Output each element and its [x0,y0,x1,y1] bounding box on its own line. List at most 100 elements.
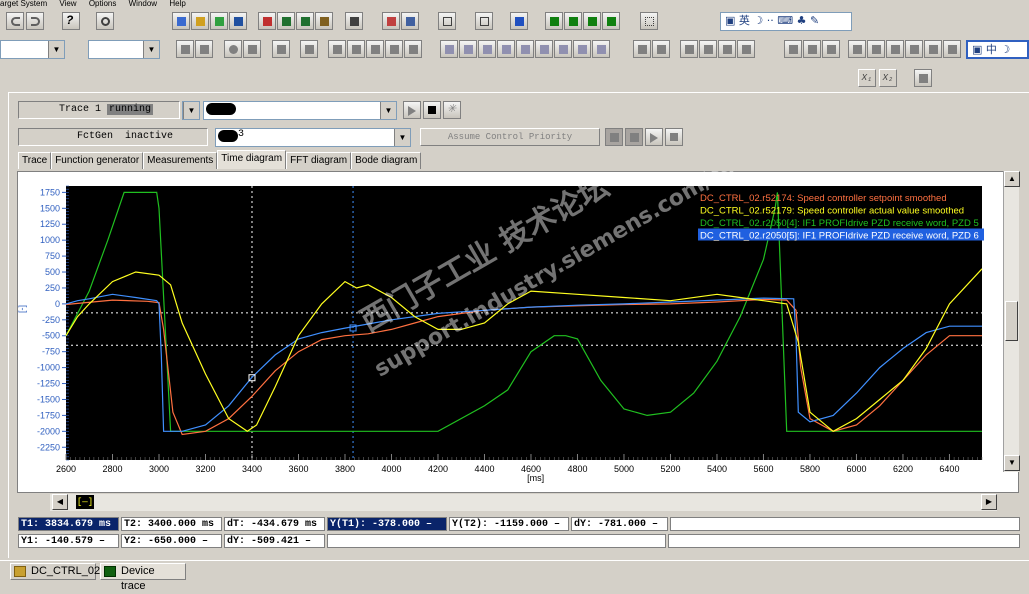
window-tab-device-trace[interactable]: Device trace [100,563,186,592]
signal-combo[interactable]: ▼ [203,101,397,120]
readout-t2[interactable]: T2: 3400.000 ms [121,517,222,531]
readout-y1[interactable]: Y1: -140.579 – [18,534,119,548]
tool-55-button[interactable] [943,40,961,58]
tool-39-button[interactable] [573,40,591,58]
tool-43-button[interactable] [680,40,698,58]
menu-help[interactable]: Help [169,0,185,8]
tab-time-diagram[interactable]: Time diagram [217,150,287,169]
horizontal-scroll-thumb[interactable]: [—] [76,495,94,509]
tool-26-button[interactable] [300,40,318,58]
tool-3-button[interactable] [210,12,228,30]
readout-dt[interactable]: dT: -434.679 ms [224,517,325,531]
tool-34-button[interactable] [478,40,496,58]
tool-32-button[interactable] [440,40,458,58]
menu-window[interactable]: Window [129,0,157,8]
tool-7-button[interactable] [296,12,314,30]
tab-fft-diagram[interactable]: FFT diagram [286,152,352,169]
redo-button[interactable] [26,12,44,30]
tool-45-button[interactable] [718,40,736,58]
tool-47-button[interactable] [784,40,802,58]
tool-4-button[interactable] [229,12,247,30]
vertical-scrollbar[interactable]: ▲ ▼ [1003,171,1020,472]
tool-53-button[interactable] [905,40,923,58]
scroll-down-arrow-icon[interactable]: ▼ [1004,455,1020,471]
start-trace-button[interactable] [403,101,421,119]
tool-21-button[interactable] [176,40,194,58]
tool-35-button[interactable] [497,40,515,58]
scroll-left-arrow-icon[interactable]: ◀ [52,494,68,510]
x1-button[interactable]: X₁ [858,69,876,87]
tool-42-button[interactable] [652,40,670,58]
window-tab-dc-ctrl[interactable]: DC_CTRL_02 [10,563,100,580]
tool-31-button[interactable] [404,40,422,58]
stop-trace-button[interactable] [423,101,441,119]
tool-16-button[interactable] [564,12,582,30]
combo-1[interactable]: ▼ [0,40,65,59]
tool-9-button[interactable] [345,12,363,30]
tool-5-button[interactable] [258,12,276,30]
tool-11-button[interactable] [401,12,419,30]
tool-2-button[interactable] [191,12,209,30]
tool-52-button[interactable] [886,40,904,58]
tool-41-button[interactable] [633,40,651,58]
tool-56-button[interactable] [914,69,932,87]
tool-17-button[interactable] [583,12,601,30]
tool-44-button[interactable] [699,40,717,58]
tool-38-button[interactable] [554,40,572,58]
tool-6-button[interactable] [277,12,295,30]
tool-10-button[interactable] [382,12,400,30]
fctgen-combo[interactable]: 3 ▼ [215,128,411,147]
fctgen-2-button[interactable] [625,128,643,146]
x2-button[interactable]: X₂ [879,69,897,87]
tool-30-button[interactable] [385,40,403,58]
assume-control-priority-button[interactable]: Assume Control Priority [420,128,600,146]
tool-51-button[interactable] [867,40,885,58]
readout-y-t1[interactable]: Y(T1): -378.000 – [327,517,447,531]
tab-function-generator[interactable]: Function generator [51,152,144,169]
tool-15-button[interactable] [545,12,563,30]
tool-22-button[interactable] [195,40,213,58]
trace-select-combo[interactable]: ▼ [182,101,200,120]
combo-2[interactable]: ▼ [88,40,160,59]
menu-target-system[interactable]: arget System [0,0,47,8]
tool-24-button[interactable] [243,40,261,58]
tab-bode-diagram[interactable]: Bode diagram [351,152,422,169]
scroll-up-arrow-icon[interactable]: ▲ [1004,171,1020,187]
scroll-right-arrow-icon[interactable]: ▶ [981,494,997,510]
ime-toolbar-top[interactable]: ▣ 英 ☽ ·· ⌨ ♣ ✎ [720,12,852,31]
tool-27-button[interactable] [328,40,346,58]
vertical-scroll-thumb[interactable] [1005,301,1018,341]
horizontal-scrollbar[interactable]: ◀ [—] ▶ [50,494,997,511]
help-button[interactable]: ? [62,12,80,30]
tool-46-button[interactable] [737,40,755,58]
readout-y2[interactable]: Y2: -650.000 – [121,534,222,548]
tool-14-button[interactable] [510,12,528,30]
trace-options-button[interactable]: ✳ [443,101,461,119]
tool-12-button[interactable] [438,12,456,30]
tool-29-button[interactable] [366,40,384,58]
tool-18-button[interactable] [602,12,620,30]
tool-37-button[interactable] [535,40,553,58]
tool-28-button[interactable] [347,40,365,58]
fctgen-stop-button[interactable] [665,128,683,146]
tool-36-button[interactable] [516,40,534,58]
tab-measurements[interactable]: Measurements [143,152,218,169]
tool-8-button[interactable] [315,12,333,30]
tool-23-button[interactable] [224,40,242,58]
ime-toolbar-right[interactable]: ▣ 中 ☽ [966,40,1029,59]
tool-13-button[interactable] [475,12,493,30]
menu-options[interactable]: Options [89,0,117,8]
readout-dy[interactable]: dY: -509.421 – [224,534,325,548]
tool-25-button[interactable] [272,40,290,58]
tool-49-button[interactable] [822,40,840,58]
tool-50-button[interactable] [848,40,866,58]
time-diagram-chart[interactable]: 1750 1500 1250 1000 750 500 250 0 -250 -500 -750 -1… [17,171,1003,493]
tool-40-button[interactable] [592,40,610,58]
menu-view[interactable]: View [59,0,76,8]
tool-54-button[interactable] [924,40,942,58]
view-button[interactable] [96,12,114,30]
tool-1-button[interactable] [172,12,190,30]
tool-19-button[interactable] [640,12,658,30]
readout-dy-t[interactable]: dY: -781.000 – [571,517,668,531]
readout-y-t2[interactable]: Y(T2): -1159.000 – [449,517,569,531]
